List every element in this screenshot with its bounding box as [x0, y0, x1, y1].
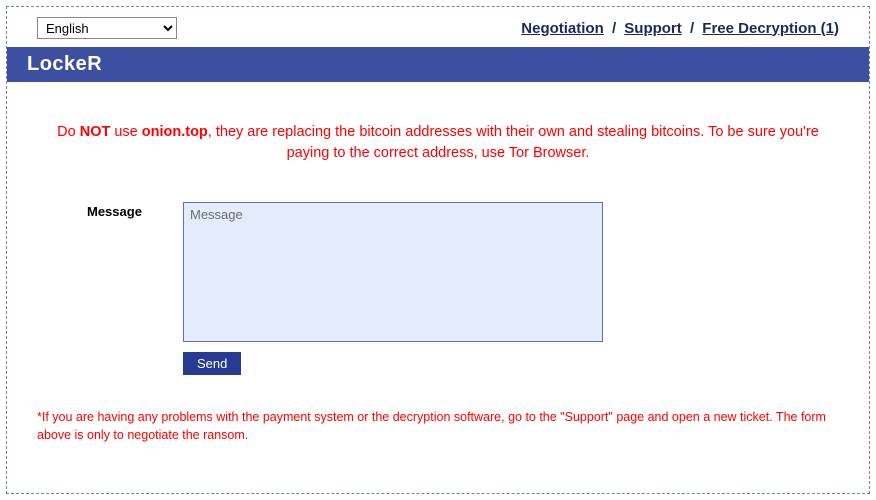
warning-text-pre: Do: [57, 124, 80, 140]
top-row: English Negotiation / Support / Free Dec…: [7, 7, 869, 47]
nav-separator: /: [690, 20, 694, 37]
content-area: Do NOT use onion.top, they are replacing…: [7, 82, 869, 375]
language-select[interactable]: English: [37, 17, 177, 39]
warning-text-rest: , they are replacing the bitcoin address…: [208, 124, 819, 161]
message-form: Message Send: [37, 202, 839, 375]
send-button[interactable]: Send: [183, 352, 241, 375]
page-title: LockeR: [27, 53, 102, 75]
page-frame: English Negotiation / Support / Free Dec…: [6, 6, 870, 494]
message-label: Message: [87, 202, 183, 219]
warning-text-mid1: use: [110, 124, 141, 140]
nav-negotiation[interactable]: Negotiation: [521, 20, 604, 37]
form-row: Message: [87, 202, 839, 342]
nav-separator: /: [612, 20, 616, 37]
button-row: Send: [87, 352, 839, 375]
nav-links: Negotiation / Support / Free Decryption …: [521, 20, 839, 37]
message-input[interactable]: [183, 202, 603, 342]
warning-not: NOT: [80, 124, 111, 140]
nav-support[interactable]: Support: [624, 20, 682, 37]
nav-free-decryption[interactable]: Free Decryption (1): [702, 20, 839, 37]
footnote-text: *If you are having any problems with the…: [7, 375, 869, 444]
warning-message: Do NOT use onion.top, they are replacing…: [37, 122, 839, 164]
title-bar: LockeR: [7, 47, 869, 82]
warning-domain: onion.top: [142, 124, 208, 140]
